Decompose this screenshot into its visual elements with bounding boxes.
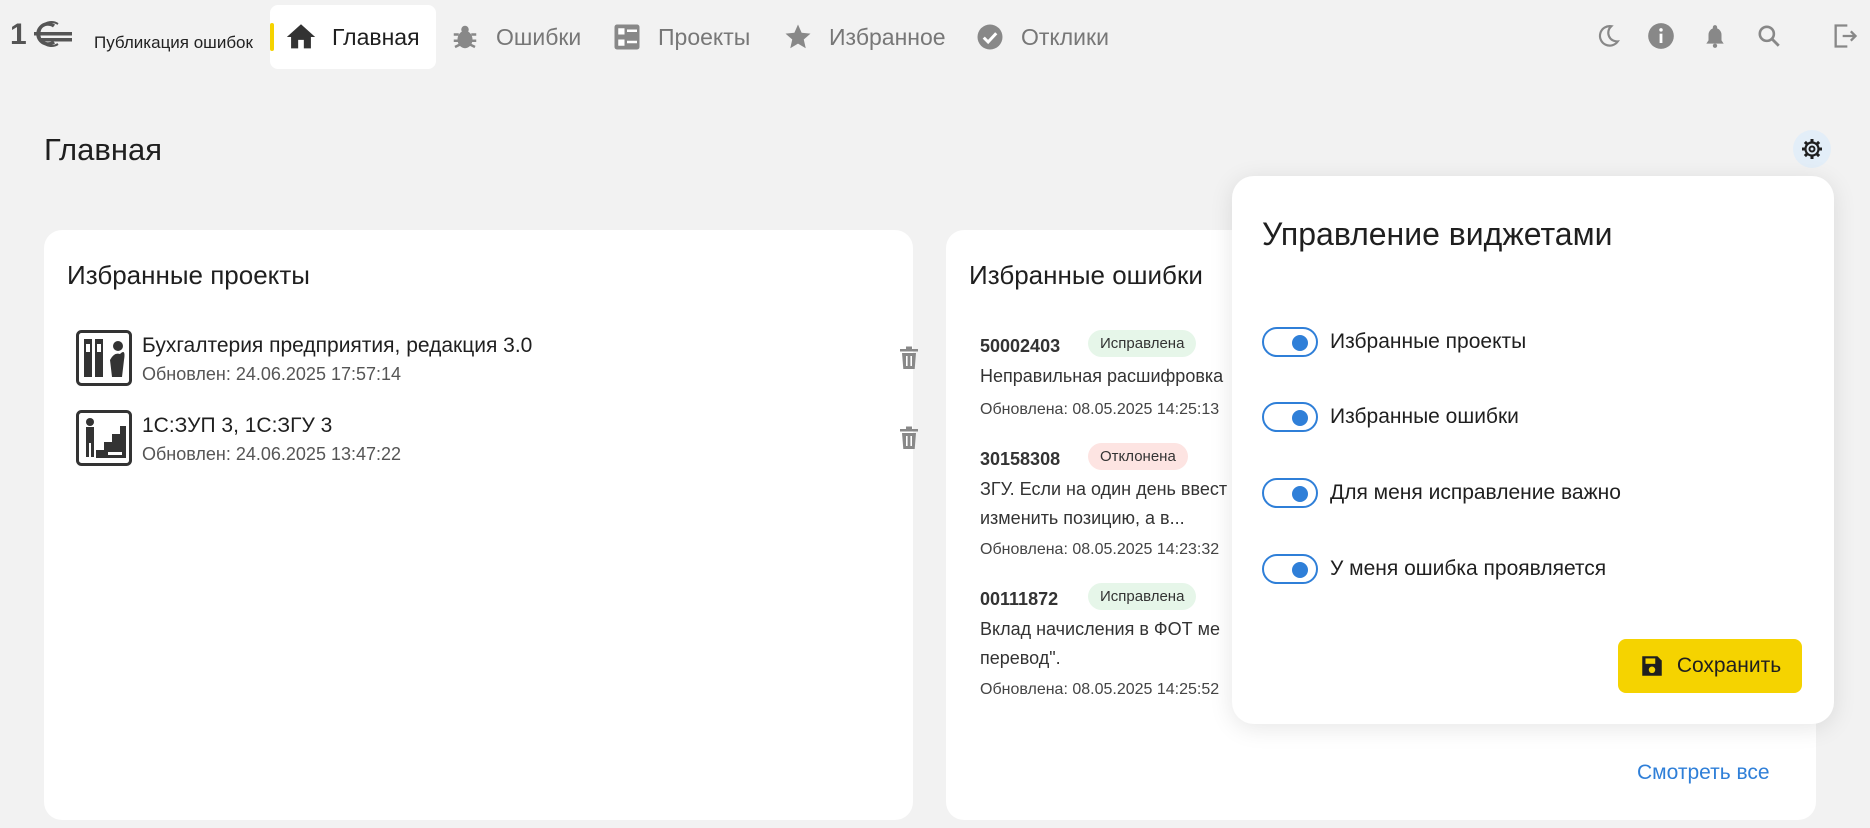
popup-title: Управление виджетами [1262, 216, 1613, 252]
status-badge: Отклонена [1088, 443, 1188, 470]
app-title: Публикация ошибок [94, 33, 253, 52]
nav-responses[interactable]: Отклики [973, 5, 1109, 69]
page-title: Главная [44, 132, 162, 167]
toggle-favorite-errors[interactable]: Избранные ошибки [1262, 400, 1519, 434]
check-circle-icon [973, 20, 1007, 54]
nav-responses-label: Отклики [1021, 23, 1109, 50]
favorite-errors-title: Избранные ошибки [969, 260, 1203, 290]
trash-icon[interactable] [898, 426, 920, 450]
toggle-error-occurs[interactable]: У меня ошибка проявляется [1262, 552, 1606, 586]
nav-projects-label: Проекты [658, 23, 751, 50]
nav-home-label: Главная [332, 23, 420, 50]
payroll-project-icon [76, 410, 132, 466]
error-updated: Обновлена: 08.05.2025 14:25:13 [980, 401, 1220, 418]
toggle-label: Избранные ошибки [1330, 405, 1519, 428]
save-button[interactable]: Сохранить [1618, 639, 1802, 693]
project-updated: Обновлен: 24.06.2025 13:47:22 [142, 444, 402, 464]
error-updated: Обновлена: 08.05.2025 14:25:52 [980, 681, 1220, 698]
error-description: перевод". [980, 648, 1061, 668]
bell-icon[interactable] [1699, 20, 1731, 52]
status-badge: Исправлена [1088, 583, 1197, 610]
widget-management-popup: Управление виджетами Избранные проекты И… [1232, 176, 1834, 724]
floppy-disk-icon [1642, 656, 1662, 676]
toggle-favorite-projects[interactable]: Избранные проекты [1262, 325, 1526, 359]
top-navigation: 1 Публикация ошибок Главная Ошибки Проек… [0, 0, 1870, 74]
toggle-switch[interactable] [1262, 478, 1318, 508]
project-row[interactable]: Бухгалтерия предприятия, редакция 3.0 Об… [76, 330, 918, 392]
toggle-switch[interactable] [1262, 327, 1318, 357]
1c-logo[interactable]: 1 [10, 18, 74, 50]
favorite-projects-card: Избранные проекты Бухгалтерия предприяти… [44, 230, 918, 820]
star-icon [781, 20, 815, 54]
toggle-switch[interactable] [1262, 402, 1318, 432]
error-description: Вклад начисления в ФОТ ме [980, 619, 1220, 639]
nav-projects[interactable]: Проекты [610, 5, 750, 69]
error-number[interactable]: 30158308 [980, 449, 1060, 470]
toggle-label: Для меня исправление важно [1330, 481, 1621, 504]
error-number[interactable]: 00111872 [980, 589, 1058, 610]
home-icon [284, 20, 318, 54]
active-indicator [270, 23, 274, 51]
projects-icon [610, 20, 644, 54]
error-description: ЗГУ. Если на один день ввест [980, 479, 1228, 499]
project-name[interactable]: 1С:ЗУП 3, 1С:ЗГУ 3 [142, 414, 332, 438]
error-description: изменить позицию, а в... [980, 508, 1185, 528]
see-all-link[interactable]: Смотреть все [1637, 761, 1770, 785]
logout-icon[interactable] [1829, 20, 1861, 52]
toggle-fix-important[interactable]: Для меня исправление важно [1262, 476, 1621, 510]
toggle-label: Избранные проекты [1330, 330, 1527, 353]
accounting-project-icon [76, 330, 132, 386]
svg-text:1: 1 [10, 18, 27, 50]
error-updated: Обновлена: 08.05.2025 14:23:32 [980, 541, 1220, 558]
nav-favorites[interactable]: Избранное [781, 5, 946, 69]
error-number[interactable]: 50002403 [980, 336, 1060, 357]
project-updated: Обновлен: 24.06.2025 17:57:14 [142, 364, 402, 384]
save-button-label: Сохранить [1676, 654, 1782, 677]
status-badge: Исправлена [1088, 330, 1197, 357]
gear-icon [1802, 139, 1822, 159]
widget-settings-button[interactable] [1793, 130, 1831, 168]
info-icon[interactable] [1645, 20, 1677, 52]
trash-icon[interactable] [898, 346, 920, 370]
moon-icon[interactable] [1592, 20, 1624, 52]
toggle-switch[interactable] [1262, 554, 1318, 584]
search-icon[interactable] [1753, 20, 1785, 52]
favorite-projects-title: Избранные проекты [67, 260, 310, 290]
nav-home[interactable]: Главная [270, 5, 436, 69]
project-row[interactable]: 1С:ЗУП 3, 1С:ЗГУ 3 Обновлен: 24.06.2025 … [76, 410, 918, 472]
nav-errors[interactable]: Ошибки [448, 5, 581, 69]
project-name[interactable]: Бухгалтерия предприятия, редакция 3.0 [142, 334, 532, 358]
bug-icon [448, 20, 482, 54]
error-description: Неправильная расшифровка [980, 366, 1224, 386]
toggle-label: У меня ошибка проявляется [1330, 557, 1607, 580]
nav-favorites-label: Избранное [829, 23, 946, 50]
nav-errors-label: Ошибки [496, 23, 582, 50]
